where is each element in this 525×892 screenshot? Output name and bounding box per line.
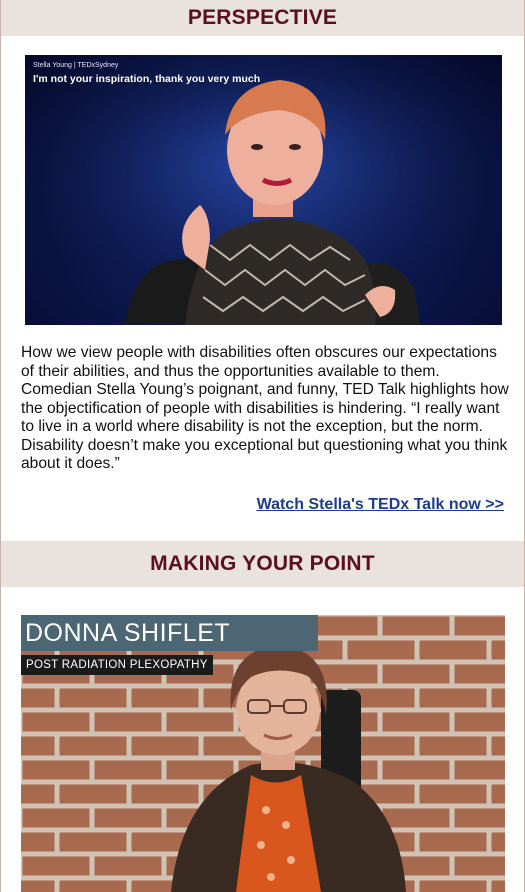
video-caption-source: Stella Young | TEDxSydney — [33, 62, 119, 69]
section-header-making-your-point: MAKING YOUR POINT — [1, 541, 524, 587]
section-title: MAKING YOUR POINT — [150, 552, 375, 575]
section-title: PERSPECTIVE — [187, 6, 338, 29]
watch-talk-link[interactable]: Watch Stella's TEDx Talk now >> — [257, 496, 504, 514]
newsletter-frame: PERSPECTIVE Stella Young | TEDxSydney I'… — [0, 0, 525, 892]
speaker-name-label: DONNA SHIFLET — [21, 615, 318, 651]
speaker-subtitle-label: POST RADIATION PLEXOPATHY — [21, 655, 213, 675]
stella-image — [25, 55, 502, 325]
section-header-perspective: PERSPECTIVE — [1, 0, 524, 36]
video-thumbnail-donna-shiflet[interactable]: DONNA SHIFLET POST RADIATION PLEXOPATHY — [21, 615, 505, 892]
video-thumbnail-stella-young[interactable]: Stella Young | TEDxSydney I'm not your i… — [25, 55, 502, 325]
article-paragraph: How we view people with disabilities oft… — [21, 344, 509, 472]
section-making-your-point: MAKING YOUR POINT — [1, 541, 524, 587]
video-caption-title: I'm not your inspiration, thank you very… — [33, 73, 261, 85]
